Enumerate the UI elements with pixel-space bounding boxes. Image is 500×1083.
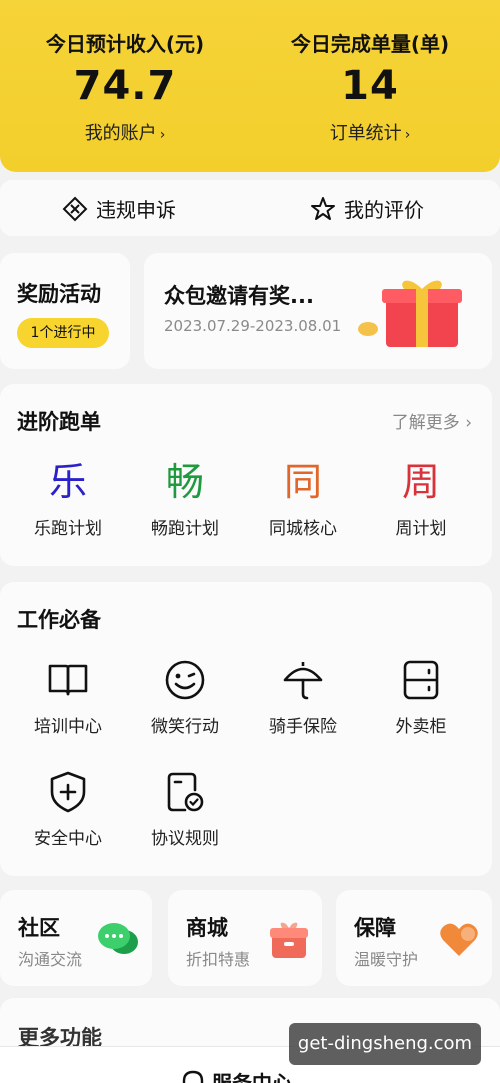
cabinet-icon [403, 660, 439, 700]
plan-chang[interactable]: 畅 畅跑计划 [126, 458, 244, 539]
heart-icon [440, 923, 478, 956]
shield-icon [50, 771, 86, 813]
training-label: 培训中心 [34, 717, 102, 737]
chevron-right-icon: › [159, 127, 166, 143]
appeal-button[interactable]: 违规申诉 [62, 194, 176, 223]
smile-action[interactable]: 微笑行动 [126, 656, 244, 737]
promo-dates: 2023.07.29-2023.08.01 [164, 317, 342, 335]
promo-title: 众包邀请有奖... [164, 284, 314, 308]
agreement-label: 协议规则 [151, 829, 219, 849]
food-locker[interactable]: 外卖柜 [362, 656, 480, 737]
watermark: get-dingsheng.com [289, 1023, 481, 1065]
locker-label: 外卖柜 [395, 717, 447, 737]
appeal-icon [62, 196, 88, 221]
orders-value: 14 [341, 63, 399, 109]
safety-label: 安全中心 [34, 829, 102, 849]
plan-tongcheng-label: 同城核心 [269, 519, 337, 539]
plan-week[interactable]: 周 周计划 [362, 458, 480, 539]
plan-week-icon: 周 [401, 460, 440, 504]
quick-links-bar: 违规申诉 我的评价 [0, 180, 500, 236]
order-stats-link[interactable]: 订单统计 › [245, 119, 495, 145]
work-title: 工作必备 [17, 608, 101, 632]
headset-icon [182, 1070, 204, 1083]
more-functions-title: 更多功能 [18, 1026, 102, 1048]
umbrella-icon [283, 662, 323, 700]
plan-le-icon: 乐 [48, 460, 87, 504]
service-center-label: 服务中心 [212, 1071, 292, 1083]
orders-label: 今日完成单量(单) [290, 32, 450, 56]
income-value: 74.7 [73, 63, 177, 109]
income-header: 今日预计收入(元) 74.7 我的账户 › 今日完成单量(单) 14 订单统计 › [0, 0, 500, 172]
mall-card[interactable]: 商城 折扣特惠 [168, 890, 322, 986]
insurance-label: 骑手保险 [269, 717, 337, 737]
agreement-rules[interactable]: 协议规则 [126, 768, 244, 849]
mall-subtitle: 折扣特惠 [186, 950, 251, 969]
order-stats-label: 订单统计 [329, 123, 402, 144]
community-card[interactable]: 社区 沟通交流 [0, 890, 152, 986]
community-title: 社区 [18, 916, 60, 940]
learn-more-label: 了解更多 [391, 413, 460, 433]
advanced-title: 进阶跑单 [17, 410, 101, 434]
book-icon [48, 664, 88, 696]
smile-label: 微笑行动 [151, 717, 219, 737]
income-label: 今日预计收入(元) [45, 32, 205, 56]
invite-promo-card[interactable]: 众包邀请有奖... 2023.07.29-2023.08.01 [144, 253, 492, 369]
rider-insurance[interactable]: 骑手保险 [244, 656, 362, 737]
rating-label: 我的评价 [344, 198, 424, 222]
plan-tongcheng[interactable]: 同 同城核心 [244, 458, 362, 539]
protection-subtitle: 温暖守护 [354, 950, 419, 969]
smile-icon [165, 660, 205, 700]
plan-le[interactable]: 乐 乐跑计划 [9, 458, 127, 539]
gift-icon [358, 280, 462, 347]
service-center: 服务中心 [180, 1067, 292, 1083]
chevron-right-icon: › [404, 127, 411, 143]
plan-week-label: 周计划 [395, 519, 447, 539]
appeal-label: 违规申诉 [96, 198, 176, 222]
mall-title: 商城 [186, 916, 228, 940]
reward-status-badge: 1个进行中 [17, 318, 109, 348]
star-icon [311, 196, 335, 220]
plan-le-label: 乐跑计划 [34, 519, 102, 539]
gift-box-icon [270, 922, 308, 958]
protection-card[interactable]: 保障 温暖守护 [336, 890, 492, 986]
work-essentials-section: 工作必备 培训中心 微笑行动 骑手保险 外卖柜 安全中心 协议规则 [0, 582, 492, 876]
plan-chang-icon: 畅 [165, 460, 204, 504]
learn-more-link[interactable]: 了解更多 › [392, 408, 472, 433]
my-account-label: 我的账户 [84, 123, 157, 144]
advanced-runs-section: 进阶跑单 了解更多 › 乐 乐跑计划 畅 畅跑计划 同 同城核心 周 周计划 [0, 384, 492, 566]
plan-tongcheng-icon: 同 [283, 460, 322, 504]
orders-stat: 今日完成单量(单) 14 订单统计 › [245, 0, 495, 145]
protection-title: 保障 [354, 916, 396, 940]
safety-center[interactable]: 安全中心 [9, 768, 127, 849]
community-subtitle: 沟通交流 [18, 950, 83, 969]
income-stat: 今日预计收入(元) 74.7 我的账户 › [0, 0, 250, 145]
chat-icon [98, 923, 138, 954]
reward-activity-card[interactable]: 奖励活动 1个进行中 [0, 253, 130, 369]
reward-title: 奖励活动 [17, 282, 101, 306]
my-account-link[interactable]: 我的账户 › [0, 119, 250, 145]
my-rating-button[interactable]: 我的评价 [310, 194, 424, 223]
training-center[interactable]: 培训中心 [9, 656, 127, 737]
plan-chang-label: 畅跑计划 [151, 519, 219, 539]
agreement-icon [167, 772, 204, 812]
chevron-right-icon: › [465, 413, 472, 433]
